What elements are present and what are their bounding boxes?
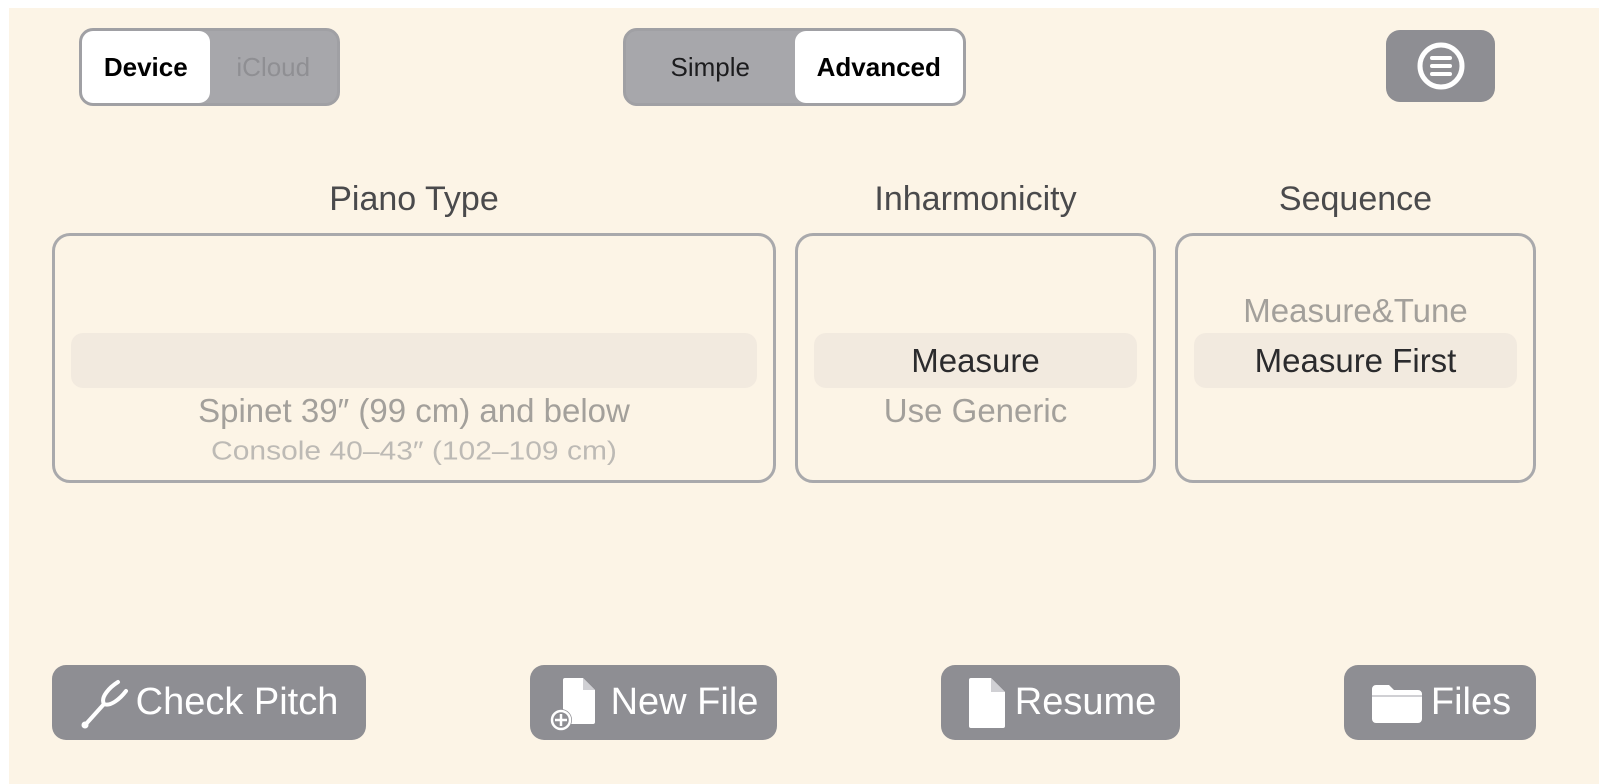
picker-row[interactable]: Use Generic bbox=[798, 392, 1153, 430]
resume-button[interactable]: Resume bbox=[941, 665, 1180, 740]
segment-device[interactable]: Device bbox=[82, 31, 210, 103]
storage-segmented-control: Device iCloud bbox=[79, 28, 340, 106]
piano-type-title: Piano Type bbox=[329, 180, 499, 218]
doc-add-icon bbox=[549, 677, 595, 731]
picker-selection-highlight bbox=[71, 333, 757, 388]
files-button[interactable]: Files bbox=[1344, 665, 1536, 740]
inharmonicity-title: Inharmonicity bbox=[874, 180, 1077, 218]
resume-label: Resume bbox=[1014, 681, 1157, 723]
new-file-label: New File bbox=[610, 681, 759, 723]
folder-icon bbox=[1371, 684, 1422, 723]
sequence-picker[interactable]: Measure&Tune Measure First bbox=[1175, 233, 1536, 483]
picker-selected-row[interactable]: Measure First bbox=[1178, 342, 1533, 380]
inharmonicity-picker[interactable]: Measure Use Generic bbox=[795, 233, 1156, 483]
sequence-title: Sequence bbox=[1278, 180, 1433, 218]
list-circle-icon bbox=[1417, 42, 1464, 90]
mode-segmented-control: Simple Advanced bbox=[623, 28, 966, 106]
new-file-button[interactable]: New File bbox=[530, 665, 777, 740]
segment-advanced[interactable]: Advanced bbox=[794, 31, 963, 103]
app-screen: Device iCloud Simple Advanced Piano Type… bbox=[9, 8, 1599, 784]
picker-row[interactable]: Console 40–43″ (102–109 cm) bbox=[55, 438, 773, 467]
doc-icon bbox=[968, 677, 1005, 728]
tuning-fork-icon bbox=[81, 679, 128, 728]
picker-row[interactable]: Measure&Tune bbox=[1178, 292, 1533, 330]
menu-button[interactable] bbox=[1386, 30, 1495, 102]
segment-icloud[interactable]: iCloud bbox=[210, 31, 338, 103]
picker-selected-row[interactable]: Measure bbox=[798, 342, 1153, 380]
check-pitch-button[interactable]: Check Pitch bbox=[52, 665, 366, 740]
piano-type-picker[interactable]: Spinet 39″ (99 cm) and below Console 40–… bbox=[52, 233, 776, 483]
check-pitch-label: Check Pitch bbox=[135, 681, 339, 723]
segment-simple[interactable]: Simple bbox=[626, 31, 795, 103]
picker-row[interactable]: Spinet 39″ (99 cm) and below bbox=[55, 392, 773, 430]
files-label: Files bbox=[1430, 681, 1512, 723]
